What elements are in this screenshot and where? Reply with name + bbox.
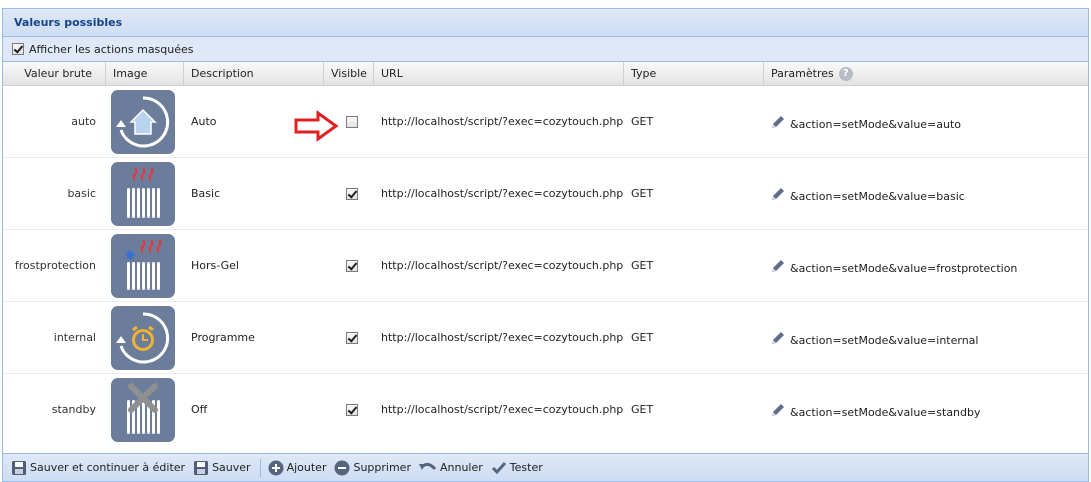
row-type[interactable]: GET [624,158,764,229]
grid-header: Valeur brute Image Description Visible U… [3,62,1088,86]
row-type[interactable]: GET [624,302,764,373]
table-row[interactable]: frostprotection Hors-Gel http://localhos… [3,230,1088,302]
row-url[interactable]: http://localhost/script/?exec=cozytouch.… [374,230,624,301]
row-params[interactable]: &action=setMode&value=standby [790,406,981,419]
values-panel: Valeurs possibles Afficher les actions m… [2,8,1089,482]
floppy-icon [194,460,209,475]
row-url[interactable]: http://localhost/script/?exec=cozytouch.… [374,158,624,229]
radiator-frost-icon[interactable] [111,233,175,298]
column-header-raw[interactable]: Valeur brute [3,62,106,85]
row-type[interactable]: GET [624,86,764,157]
show-hidden-label[interactable]: Afficher les actions masquées [29,43,194,56]
column-header-url[interactable]: URL [374,62,624,85]
row-raw-value: standby [51,403,96,416]
plus-circle-icon [268,460,284,475]
pencil-icon[interactable] [770,330,786,346]
undo-icon [418,462,437,470]
show-hidden-checkbox[interactable] [12,43,24,55]
table-row[interactable]: auto Auto http://localhost/script/?exec=… [3,86,1088,158]
row-visible-checkbox[interactable] [345,115,358,128]
footer-toolbar: Sauver et continuer à éditer Sauver Ajou… [3,453,1088,481]
row-params[interactable]: &action=setMode&value=frostprotection [790,262,1017,275]
radiator-off-icon[interactable] [111,377,175,442]
row-type[interactable]: GET [624,230,764,301]
row-url[interactable]: http://localhost/script/?exec=cozytouch.… [374,302,624,373]
row-params[interactable]: &action=setMode&value=basic [790,190,965,203]
column-header-visible[interactable]: Visible [324,62,374,85]
row-params[interactable]: &action=setMode&value=auto [790,118,961,131]
add-button[interactable]: Ajouter [268,460,326,476]
pencil-icon[interactable] [770,402,786,418]
pencil-icon[interactable] [770,258,786,274]
row-type[interactable]: GET [624,374,764,445]
row-url[interactable]: http://localhost/script/?exec=cozytouch.… [374,86,624,157]
toolbar-separator [259,458,261,477]
row-params[interactable]: &action=setMode&value=internal [790,334,978,347]
row-visible-checkbox[interactable] [345,187,358,200]
column-header-params-label: Paramètres [771,67,834,80]
table-row[interactable]: standby Off http://localhost/script/?exe… [3,374,1088,445]
delete-button[interactable]: Supprimer [334,460,411,476]
row-raw-value: auto [71,115,96,128]
row-description[interactable]: Off [184,374,324,445]
row-raw-value: basic [67,187,96,200]
table-row[interactable]: internal Programme http://localhost/scri… [3,302,1088,374]
column-header-params[interactable]: Paramètres ? [764,62,1080,85]
column-header-description[interactable]: Description [184,62,324,85]
save-continue-button[interactable]: Sauver et continuer à éditer [11,460,185,476]
row-description[interactable]: Basic [184,158,324,229]
minus-circle-icon [334,460,350,475]
table-row[interactable]: basic Basic http://localhost/script/?exe… [3,158,1088,230]
row-raw-value: frostprotection [14,259,96,272]
row-visible-checkbox[interactable] [345,331,358,344]
row-raw-value: internal [53,331,96,344]
test-button[interactable]: Tester [491,460,543,476]
row-visible-checkbox[interactable] [345,403,358,416]
column-header-type[interactable]: Type [624,62,764,85]
radiator-heat-icon[interactable] [111,161,175,226]
help-icon[interactable]: ? [838,66,853,81]
row-description[interactable]: Programme [184,302,324,373]
options-bar: Afficher les actions masquées [3,37,1088,62]
row-description[interactable]: Hors-Gel [184,230,324,301]
floppy-icon [12,460,26,475]
checkmark-icon [491,461,506,474]
pencil-icon[interactable] [770,114,786,130]
auto-home-icon[interactable] [111,89,175,154]
row-url[interactable]: http://localhost/script/?exec=cozytouch.… [374,374,624,445]
column-header-image[interactable]: Image [106,62,184,85]
red-arrow-annotation [294,110,339,142]
cancel-button[interactable]: Annuler [418,460,483,476]
grid-body: auto Auto http://localhost/script/?exec=… [3,86,1088,445]
panel-title: Valeurs possibles [3,9,1088,37]
pencil-icon[interactable] [770,186,786,202]
save-button[interactable]: Sauver [193,460,251,476]
alarm-clock-icon[interactable] [111,305,175,370]
row-visible-checkbox[interactable] [345,259,358,272]
